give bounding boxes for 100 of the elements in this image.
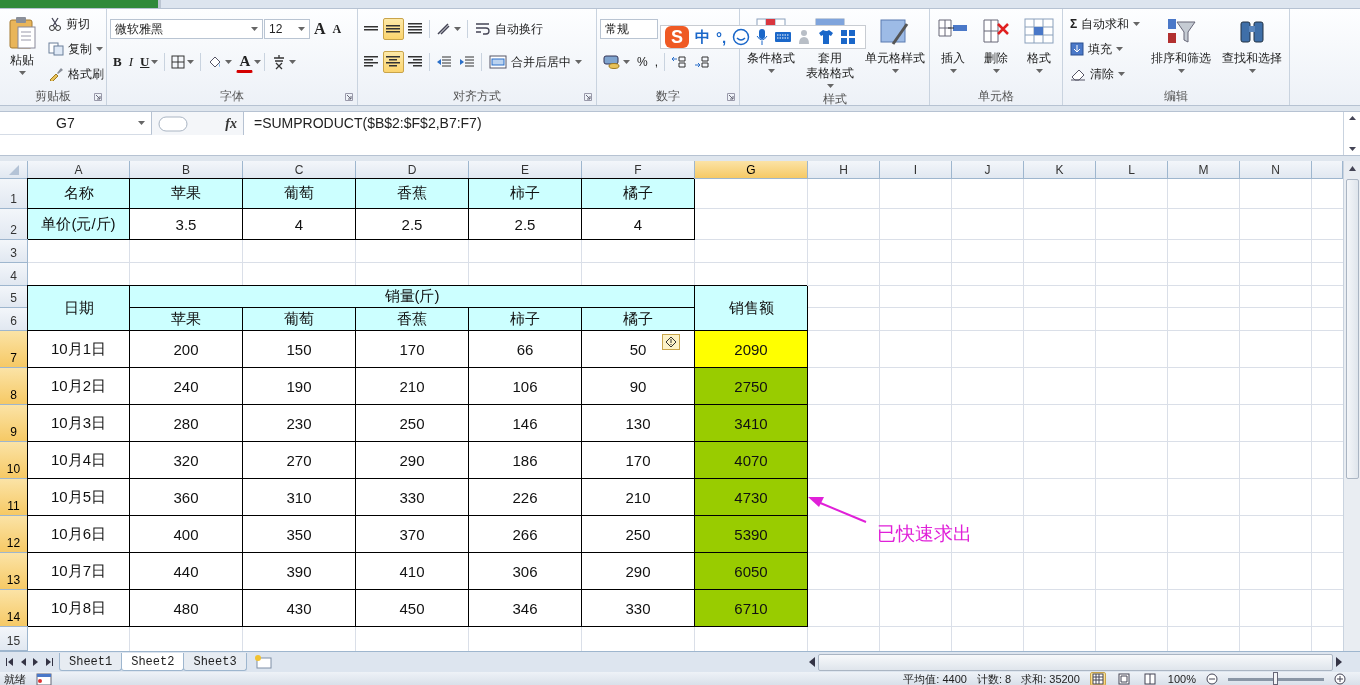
column-header[interactable]: H bbox=[808, 161, 880, 179]
table-cell[interactable]: 480 bbox=[130, 590, 243, 627]
insert-function-button[interactable]: fx bbox=[225, 115, 237, 132]
horizontal-align-button[interactable] bbox=[383, 51, 404, 73]
table-cell[interactable]: 320 bbox=[130, 442, 243, 479]
table-cell[interactable]: 410 bbox=[356, 553, 469, 590]
column-header[interactable]: M bbox=[1168, 161, 1240, 179]
table-cell[interactable]: 单价(元/斤) bbox=[28, 209, 130, 240]
table-cell[interactable]: 销量(斤) bbox=[130, 286, 695, 308]
table-cell[interactable]: 橘子 bbox=[582, 308, 695, 331]
row-header[interactable]: 2 bbox=[0, 209, 28, 240]
row-header[interactable]: 12 bbox=[0, 516, 28, 553]
row-header[interactable]: 3 bbox=[0, 240, 28, 263]
cut-button[interactable]: 剪切 bbox=[44, 13, 108, 35]
row-header[interactable]: 5 bbox=[0, 286, 28, 308]
sheet-tab[interactable]: Sheet3 bbox=[183, 653, 247, 671]
view-button[interactable] bbox=[1089, 672, 1106, 685]
table-cell[interactable]: 170 bbox=[356, 331, 469, 368]
cell-styles-button[interactable]: 单元格样式 bbox=[861, 13, 929, 76]
table-cell[interactable]: 名称 bbox=[28, 179, 130, 209]
sheet-tab[interactable]: Sheet1 bbox=[59, 653, 123, 671]
row-header[interactable]: 11 bbox=[0, 479, 28, 516]
row-header[interactable]: 4 bbox=[0, 263, 28, 286]
table-cell[interactable]: 6710 bbox=[695, 590, 808, 627]
italic-button[interactable]: I bbox=[125, 51, 136, 73]
table-cell[interactable]: 10月4日 bbox=[28, 442, 130, 479]
grow-font-button[interactable]: A bbox=[311, 18, 329, 40]
table-cell[interactable]: 230 bbox=[243, 405, 356, 442]
table-cell[interactable]: 310 bbox=[243, 479, 356, 516]
table-cell[interactable]: 3410 bbox=[695, 405, 808, 442]
format-button[interactable]: 格式 bbox=[1019, 13, 1059, 76]
column-header[interactable]: A bbox=[28, 161, 130, 179]
table-cell[interactable]: 10月8日 bbox=[28, 590, 130, 627]
column-header[interactable]: L bbox=[1096, 161, 1168, 179]
column-header[interactable]: J bbox=[952, 161, 1024, 179]
table-cell[interactable]: 10月1日 bbox=[28, 331, 130, 368]
table-cell[interactable]: 390 bbox=[243, 553, 356, 590]
row-header[interactable]: 13 bbox=[0, 553, 28, 590]
table-cell[interactable]: 400 bbox=[130, 516, 243, 553]
dialog-launcher-icon[interactable] bbox=[727, 93, 735, 101]
column-header[interactable]: I bbox=[880, 161, 952, 179]
table-cell[interactable]: 346 bbox=[469, 590, 582, 627]
view-button[interactable] bbox=[1115, 672, 1132, 685]
bold-button[interactable]: B bbox=[110, 51, 125, 73]
row-header[interactable]: 10 bbox=[0, 442, 28, 479]
dialog-launcher-icon[interactable] bbox=[584, 93, 592, 101]
table-cell[interactable]: 226 bbox=[469, 479, 582, 516]
shrink-font-button[interactable]: A bbox=[329, 18, 345, 40]
table-cell[interactable]: 4070 bbox=[695, 442, 808, 479]
table-cell[interactable]: 苹果 bbox=[130, 179, 243, 209]
table-cell[interactable]: 330 bbox=[582, 590, 695, 627]
table-cell[interactable]: 10月3日 bbox=[28, 405, 130, 442]
row-header[interactable]: 1 bbox=[0, 179, 28, 209]
table-cell[interactable]: 10月2日 bbox=[28, 368, 130, 405]
table-cell[interactable]: 240 bbox=[130, 368, 243, 405]
font-name-field[interactable]: 微软雅黑 bbox=[110, 19, 263, 39]
wrap-text-button[interactable]: 自动换行 bbox=[471, 18, 547, 40]
table-cell[interactable]: 306 bbox=[469, 553, 582, 590]
table-cell[interactable]: 4 bbox=[243, 209, 356, 240]
diamond-icon[interactable] bbox=[662, 334, 680, 350]
table-cell[interactable]: 106 bbox=[469, 368, 582, 405]
comma-style-button[interactable]: , bbox=[651, 51, 661, 73]
table-cell[interactable]: 266 bbox=[469, 516, 582, 553]
table-cell[interactable]: 280 bbox=[130, 405, 243, 442]
insert-button[interactable]: 插入 bbox=[933, 13, 973, 76]
find-select-button[interactable]: 查找和选择 bbox=[1218, 13, 1287, 76]
scrollbar-thumb[interactable] bbox=[1345, 179, 1359, 479]
dialog-launcher-icon[interactable] bbox=[345, 93, 353, 101]
copy-button[interactable]: 复制 bbox=[44, 38, 108, 60]
percent-button[interactable]: % bbox=[634, 51, 651, 73]
view-button[interactable] bbox=[1141, 672, 1158, 685]
column-header[interactable]: G bbox=[695, 161, 808, 179]
table-cell[interactable]: 440 bbox=[130, 553, 243, 590]
table-cell[interactable]: 186 bbox=[469, 442, 582, 479]
table-cell[interactable]: 330 bbox=[356, 479, 469, 516]
table-cell[interactable]: 360 bbox=[130, 479, 243, 516]
fill-button[interactable]: 填充 bbox=[1066, 38, 1145, 60]
column-header[interactable]: E bbox=[469, 161, 582, 179]
table-cell[interactable]: 290 bbox=[582, 553, 695, 590]
table-cell[interactable]: 290 bbox=[356, 442, 469, 479]
table-cell[interactable]: 66 bbox=[469, 331, 582, 368]
row-header[interactable]: 7 bbox=[0, 331, 28, 368]
table-cell[interactable]: 葡萄 bbox=[243, 308, 356, 331]
format-painter-button[interactable]: 格式刷 bbox=[44, 63, 108, 85]
horizontal-scrollbar-thumb[interactable] bbox=[818, 653, 1333, 671]
table-cell[interactable]: 270 bbox=[243, 442, 356, 479]
table-cell[interactable]: 90 bbox=[582, 368, 695, 405]
table-cell[interactable]: 10月5日 bbox=[28, 479, 130, 516]
autosum-button[interactable]: Σ 自动求和 bbox=[1066, 13, 1145, 35]
row-header[interactable]: 9 bbox=[0, 405, 28, 442]
table-cell[interactable]: 450 bbox=[356, 590, 469, 627]
sort-filter-button[interactable]: 排序和筛选 bbox=[1147, 13, 1216, 76]
row-header[interactable]: 6 bbox=[0, 308, 28, 331]
punctuation-button[interactable]: °, bbox=[716, 28, 727, 46]
table-cell[interactable]: 4 bbox=[582, 209, 695, 240]
table-cell[interactable]: 370 bbox=[356, 516, 469, 553]
table-cell[interactable]: 350 bbox=[243, 516, 356, 553]
table-cell[interactable]: 150 bbox=[243, 331, 356, 368]
font-size-field[interactable]: 12 bbox=[264, 19, 310, 39]
row-header[interactable]: 15 bbox=[0, 627, 28, 651]
